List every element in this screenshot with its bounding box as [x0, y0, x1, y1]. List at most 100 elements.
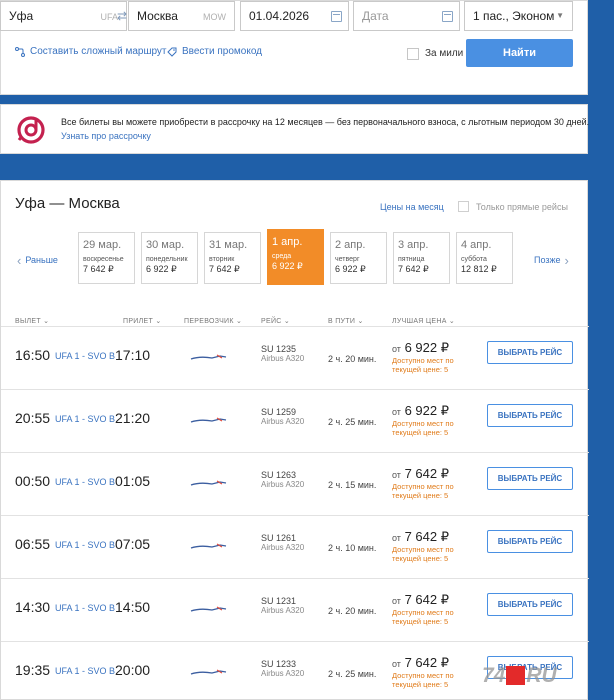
- departure-time: 00:50: [15, 473, 51, 489]
- flight-duration: 2 ч. 10 мин.: [328, 543, 377, 553]
- airport-codes[interactable]: UFA 1 - SVO B: [55, 540, 115, 550]
- availability-line-1: Доступно мест по: [392, 356, 454, 365]
- results-panel: Уфа — Москва Цены на месяц Только прямые…: [0, 180, 589, 700]
- aeroflot-logo-icon: [190, 669, 227, 675]
- aircraft-type: Airbus A320: [261, 417, 305, 426]
- chevron-down-icon: ▼: [556, 11, 564, 20]
- date-tab[interactable]: 4 апр. суббота 12 812 ₽: [456, 232, 513, 284]
- origin-field[interactable]: Уфа UFA: [0, 1, 127, 31]
- sort-carrier[interactable]: ПЕРЕВОЗЧИК: [184, 317, 242, 325]
- price-from-label: от: [392, 596, 401, 606]
- earlier-dates-button[interactable]: ‹ Раньше: [17, 254, 58, 267]
- aeroflot-logo-icon: [190, 417, 227, 423]
- depart-date-field[interactable]: 01.04.2026: [240, 1, 349, 31]
- flight-duration: 2 ч. 20 мин.: [328, 606, 377, 616]
- airport-codes[interactable]: UFA 1 - SVO B: [55, 603, 115, 613]
- passengers-select[interactable]: 1 пас., Эконом ▼: [464, 1, 573, 31]
- later-dates-button[interactable]: Позже ›: [534, 252, 569, 268]
- flight-number: SU 1233: [261, 659, 297, 669]
- availability-line-1: Доступно мест по: [392, 671, 454, 680]
- price-from-label: от: [392, 344, 401, 354]
- date-tab[interactable]: 2 апр. четверг 6 922 ₽: [330, 232, 387, 284]
- sort-best-price[interactable]: ЛУЧШАЯ ЦЕНА: [392, 317, 455, 325]
- airport-codes[interactable]: UFA 1 - SVO B: [55, 414, 115, 424]
- price-value: 7 642 ₽: [404, 655, 449, 670]
- destination-field[interactable]: Москва MOW: [128, 1, 235, 31]
- swap-direction-icon[interactable]: ⇄: [117, 9, 127, 23]
- availability-line-2: текущей цене: 5: [392, 428, 449, 437]
- airport-codes[interactable]: UFA 1 - SVO B: [55, 477, 115, 487]
- date-tab-price: 12 812 ₽: [461, 264, 497, 274]
- date-tab-weekday: понедельник: [146, 256, 188, 263]
- price-value: 7 642 ₽: [404, 592, 449, 607]
- price-from-label: от: [392, 470, 401, 480]
- price-value: 7 642 ₽: [404, 529, 449, 544]
- price-from-label: от: [392, 533, 401, 543]
- flight-row: 06:55 UFA 1 - SVO B 07:05 SU 1261 Airbus…: [1, 515, 589, 578]
- date-carousel: 29 мар. воскресенье 7 642 ₽ 30 мар. поне…: [78, 229, 513, 285]
- watermark-square-icon: [506, 666, 526, 685]
- sort-departure[interactable]: ВЫЛЕТ: [15, 317, 49, 325]
- departure-time: 14:30: [15, 599, 51, 615]
- availability-line-2: текущей цене: 5: [392, 491, 449, 500]
- return-date-field[interactable]: Дата: [353, 1, 460, 31]
- calendar-icon[interactable]: [442, 11, 453, 22]
- date-tab-weekday: суббота: [461, 256, 487, 263]
- origin-code: UFA: [100, 12, 118, 22]
- date-tab[interactable]: 3 апр. пятница 7 642 ₽: [393, 232, 450, 284]
- flight-number: SU 1259: [261, 407, 297, 417]
- aircraft-type: Airbus A320: [261, 669, 305, 678]
- miles-checkbox[interactable]: [407, 48, 419, 60]
- date-tab-date: 2 апр.: [335, 239, 366, 251]
- availability-line-2: текущей цене: 5: [392, 680, 449, 689]
- date-tab-date: 3 апр.: [398, 239, 429, 251]
- route-icon: [15, 46, 25, 57]
- select-flight-button[interactable]: ВЫБРАТЬ РЕЙС: [487, 404, 573, 427]
- flight-row: 00:50 UFA 1 - SVO B 01:05 SU 1263 Airbus…: [1, 452, 589, 515]
- date-tab-date: 30 мар.: [146, 239, 185, 251]
- select-flight-button[interactable]: ВЫБРАТЬ РЕЙС: [487, 593, 573, 616]
- installment-link[interactable]: Узнать про рассрочку: [61, 131, 151, 141]
- date-tab[interactable]: 31 мар. вторник 7 642 ₽: [204, 232, 261, 284]
- select-flight-button[interactable]: ВЫБРАТЬ РЕЙС: [487, 530, 573, 553]
- sort-arrival[interactable]: ПРИЛЕТ: [123, 317, 162, 325]
- date-tab-selected[interactable]: 1 апр. среда 6 922 ₽: [267, 229, 324, 285]
- flight-number: SU 1263: [261, 470, 297, 480]
- flight-duration: 2 ч. 15 мин.: [328, 480, 377, 490]
- month-prices-link[interactable]: Цены на месяц: [380, 202, 444, 212]
- installment-banner: Все билеты вы можете приобрести в рассро…: [0, 104, 590, 154]
- date-tab[interactable]: 29 мар. воскресенье 7 642 ₽: [78, 232, 135, 284]
- installment-text: Все билеты вы можете приобрести в рассро…: [61, 117, 590, 127]
- find-button[interactable]: Найти: [466, 39, 573, 67]
- date-tab-date: 29 мар.: [83, 239, 122, 251]
- flight-number: SU 1235: [261, 344, 297, 354]
- seats-availability: Доступно мест по текущей цене: 5: [392, 608, 472, 626]
- promo-code-link[interactable]: Ввести промокод: [167, 46, 262, 57]
- best-price: от 6 922 ₽: [392, 340, 449, 356]
- installment-logo-icon: [17, 116, 45, 144]
- select-flight-button[interactable]: ВЫБРАТЬ РЕЙС: [487, 467, 573, 490]
- calendar-icon[interactable]: [331, 11, 342, 22]
- price-value: 6 922 ₽: [404, 340, 449, 355]
- date-tab[interactable]: 30 мар. понедельник 6 922 ₽: [141, 232, 198, 284]
- seats-availability: Доступно мест по текущей цене: 5: [392, 419, 472, 437]
- seats-availability: Доступно мест по текущей цене: 5: [392, 356, 472, 374]
- sort-duration[interactable]: В ПУТИ: [328, 317, 364, 325]
- later-label: Позже: [534, 255, 561, 265]
- chevron-right-icon: ›: [564, 252, 569, 268]
- depart-date-value: 01.04.2026: [249, 9, 310, 23]
- aircraft-type: Airbus A320: [261, 606, 305, 615]
- airport-codes[interactable]: UFA 1 - SVO B: [55, 666, 115, 676]
- airport-codes[interactable]: UFA 1 - SVO B: [55, 351, 115, 361]
- sort-flight[interactable]: РЕЙС: [261, 317, 290, 325]
- availability-line-1: Доступно мест по: [392, 545, 454, 554]
- price-value: 7 642 ₽: [404, 466, 449, 481]
- destination-code: MOW: [203, 12, 226, 22]
- arrival-time: 17:10: [115, 347, 151, 363]
- select-flight-button[interactable]: ВЫБРАТЬ РЕЙС: [487, 341, 573, 364]
- direct-only-checkbox[interactable]: [458, 201, 469, 212]
- availability-line-1: Доступно мест по: [392, 419, 454, 428]
- return-date-placeholder: Дата: [362, 9, 389, 23]
- complex-route-link[interactable]: Составить сложный маршрут: [15, 46, 167, 57]
- aircraft-type: Airbus A320: [261, 354, 305, 363]
